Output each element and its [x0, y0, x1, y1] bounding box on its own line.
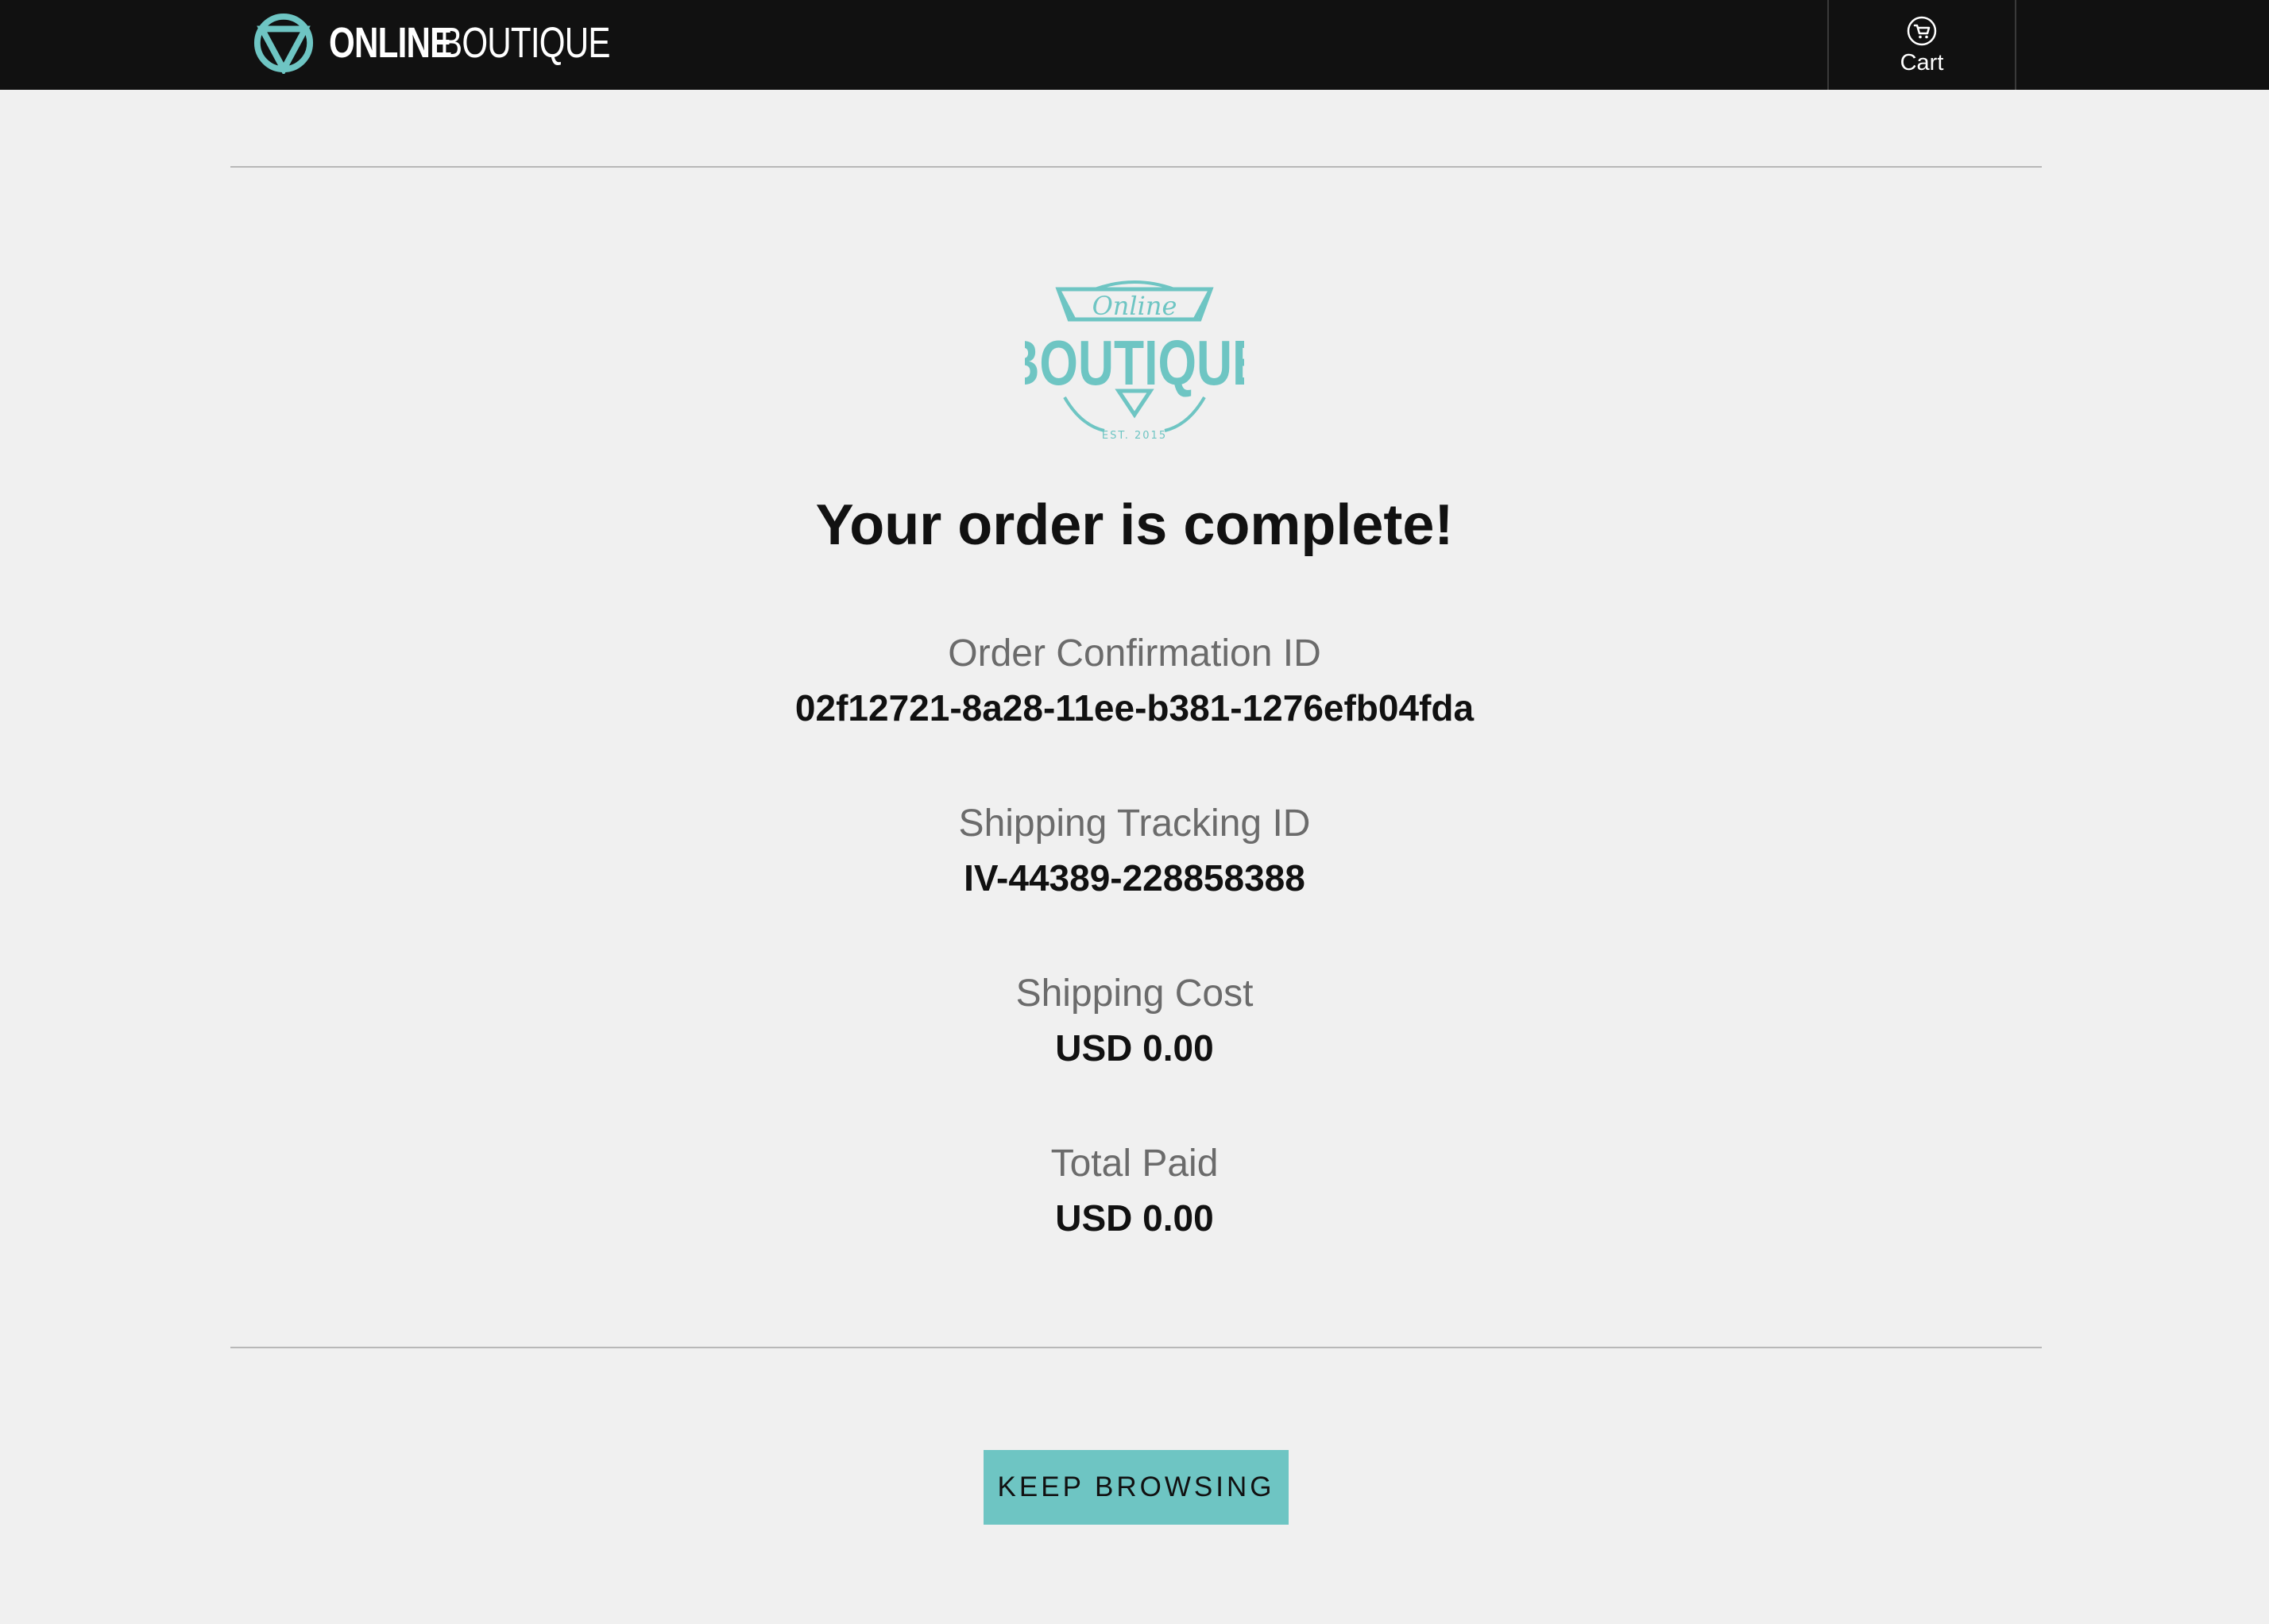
total-paid-value: USD 0.00	[1055, 1197, 1214, 1239]
total-paid-label: Total Paid	[1050, 1143, 1219, 1185]
logo-est-text: EST. 2015	[1102, 430, 1167, 442]
order-confirmation-block: Order Confirmation ID 02f12721-8a28-11ee…	[0, 629, 2269, 733]
cart-button[interactable]: Cart	[1827, 0, 2016, 90]
shipping-cost-value: USD 0.00	[1055, 1027, 1214, 1069]
brand-wordmark: ONLINEBOUTIQUE	[329, 21, 658, 64]
order-confirmation-value: 02f12721-8a28-11ee-b381-1276efb04fda	[794, 687, 1475, 729]
cart-icon	[1907, 16, 1937, 46]
top-divider	[230, 166, 2042, 168]
brand-logo-link[interactable]: ONLINEBOUTIQUE	[253, 11, 658, 75]
logo-script-text: Online	[1092, 291, 1177, 321]
site-header: ONLINEBOUTIQUE Cart	[0, 0, 2269, 90]
shipping-cost-label: Shipping Cost	[1015, 972, 1254, 1015]
shipping-cost-block: Shipping Cost USD 0.00	[0, 969, 2269, 1073]
page-title: Your order is complete!	[815, 493, 1454, 557]
brand-wordmark-bold: ONLINE	[329, 19, 452, 67]
brand-wordmark-light: BOUTIQUE	[440, 19, 611, 67]
keep-browsing-button[interactable]: KEEP BROWSING	[984, 1450, 1289, 1525]
shipping-tracking-value: IV-44389-228858388	[964, 857, 1305, 899]
brand-triangle-icon	[253, 13, 314, 74]
logo-main-text: BOUTIQUE	[1025, 328, 1244, 399]
bottom-divider	[230, 1347, 2042, 1348]
boutique-badge-logo: Online BOUTIQUE EST. 2015	[1025, 280, 1244, 442]
order-confirmation-label: Order Confirmation ID	[948, 632, 1321, 675]
total-paid-block: Total Paid USD 0.00	[0, 1139, 2269, 1243]
shipping-tracking-block: Shipping Tracking ID IV-44389-228858388	[0, 799, 2269, 903]
shipping-tracking-label: Shipping Tracking ID	[958, 802, 1311, 845]
cart-label: Cart	[1900, 50, 1944, 75]
